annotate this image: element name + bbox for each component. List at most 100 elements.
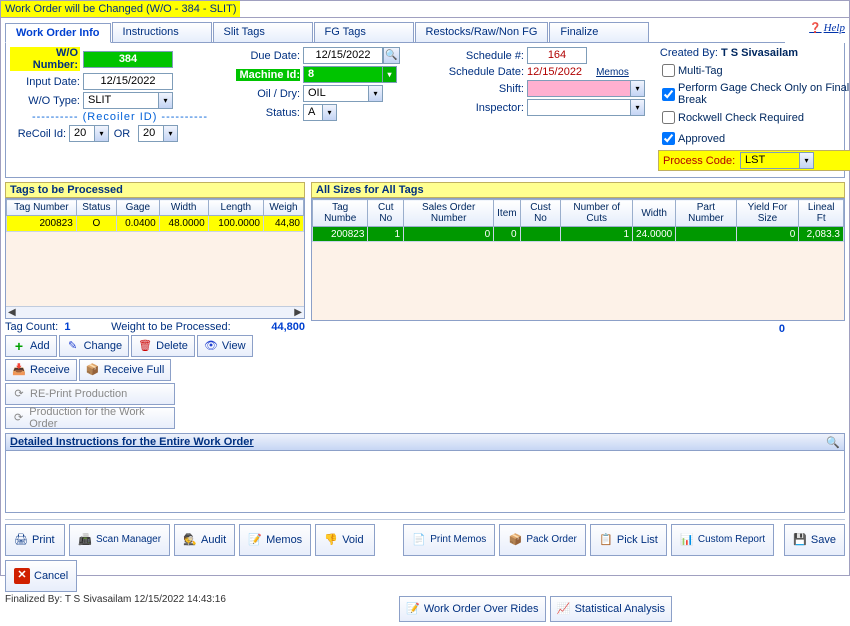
oil-dry-field[interactable]: OIL (303, 85, 369, 102)
audit-button[interactable]: 🕵️Audit (174, 524, 235, 556)
col-tag-number[interactable]: Tag Number (7, 200, 77, 216)
right-grid-row[interactable]: 200823 1 0 0 1 24.0000 0 2,083.3 (313, 227, 844, 242)
scroll-right-icon[interactable]: ▶ (294, 307, 302, 318)
right-grid-title: All Sizes for All Tags (311, 182, 845, 198)
receive-full-button[interactable]: 📦Receive Full (79, 359, 172, 381)
detail-instructions-header[interactable]: Detailed Instructions for the Entire Wor… (5, 433, 845, 451)
scroll-left-icon[interactable]: ◀ (8, 307, 16, 318)
col-r-lineal[interactable]: Lineal Ft (799, 200, 844, 227)
process-code-field[interactable]: LST (740, 152, 800, 169)
recoil-a-field[interactable]: 20 (69, 125, 95, 142)
receive-button[interactable]: 📥Receive (5, 359, 77, 381)
machine-id-field[interactable]: 8 (303, 66, 383, 83)
trash-icon: 🗑 (138, 339, 152, 353)
col-r-so[interactable]: Sales Order Number (404, 200, 494, 227)
void-icon: 👎 (324, 533, 338, 547)
inspector-field[interactable] (527, 99, 631, 116)
save-button[interactable]: 💾Save (784, 524, 845, 556)
add-button[interactable]: +Add (5, 335, 57, 357)
wo-type-field[interactable]: SLIT (83, 92, 159, 109)
due-date-label: Due Date: (236, 50, 300, 62)
shift-field[interactable] (527, 80, 631, 97)
production-button[interactable]: ⟳Production for the Work Order (5, 407, 175, 429)
shift-dropdown[interactable]: ▾ (631, 80, 645, 97)
recoil-b-field[interactable]: 20 (138, 125, 164, 142)
right-total-value: 0 (311, 323, 845, 335)
audit-icon: 🕵️ (183, 533, 197, 547)
approved-checkbox[interactable] (662, 132, 675, 145)
pack-button[interactable]: 📦Pack Order (499, 524, 586, 556)
view-button[interactable]: 👁View (197, 335, 253, 357)
status-label: Status: (236, 107, 300, 119)
delete-button[interactable]: 🗑Delete (131, 335, 195, 357)
pick-list-button[interactable]: 📋Pick List (590, 524, 667, 556)
col-r-cust[interactable]: Cust No (520, 200, 561, 227)
process-code-dropdown[interactable]: ▾ (800, 152, 814, 169)
void-button[interactable]: 👎Void (315, 524, 375, 556)
statistical-button[interactable]: 📈Statistical Analysis (550, 596, 672, 622)
scanner-icon: 📠 (78, 533, 92, 547)
tab-work-order-info[interactable]: Work Order Info (5, 23, 111, 43)
custom-report-button[interactable]: 📊Custom Report (671, 524, 774, 556)
col-length[interactable]: Length (208, 200, 263, 216)
oil-dry-dropdown[interactable]: ▾ (369, 85, 383, 102)
wo-number-label: W/O Number: (10, 47, 80, 71)
col-r-width[interactable]: Width (633, 200, 676, 227)
created-by-label: Created By: (658, 47, 718, 59)
tab-slit-tags[interactable]: Slit Tags (213, 22, 313, 42)
inspector-dropdown[interactable]: ▾ (631, 99, 645, 116)
eye-icon: 👁 (204, 339, 218, 353)
rcell-cust (520, 227, 561, 242)
machine-id-dropdown[interactable]: ▾ (383, 66, 397, 83)
col-r-yield[interactable]: Yield For Size (736, 200, 799, 227)
overrides-button[interactable]: 📝Work Order Over Rides (399, 596, 546, 622)
help-link[interactable]: Help (809, 22, 845, 34)
rcell-tag: 200823 (313, 227, 368, 242)
memos-link[interactable]: Memos (596, 67, 629, 78)
col-weight[interactable]: Weigh (264, 200, 304, 216)
gage-check-checkbox[interactable] (662, 88, 675, 101)
col-gage[interactable]: Gage (116, 200, 159, 216)
col-status[interactable]: Status (76, 200, 116, 216)
print-memos-button[interactable]: 📄Print Memos (403, 524, 495, 556)
rockwell-checkbox[interactable] (662, 111, 675, 124)
wo-type-dropdown[interactable]: ▾ (159, 92, 173, 109)
plus-icon: + (12, 339, 26, 353)
multi-tag-checkbox[interactable] (662, 64, 675, 77)
due-date-field[interactable]: 12/15/2022 (303, 47, 383, 64)
production-icon: ⟳ (12, 411, 25, 425)
print-button[interactable]: 🖨Print (5, 524, 65, 556)
col-r-tag[interactable]: Tag Numbe (313, 200, 368, 227)
approved-label: Approved (678, 133, 725, 145)
col-r-cutno[interactable]: Cut No (368, 200, 404, 227)
recoil-id-label: ReCoil Id: (10, 128, 66, 140)
tab-fg-tags[interactable]: FG Tags (314, 22, 414, 42)
box-icon: 📦 (508, 533, 522, 547)
col-r-item[interactable]: Item (494, 200, 520, 227)
col-r-part[interactable]: Part Number (676, 200, 736, 227)
input-date-field[interactable]: 12/15/2022 (83, 73, 173, 90)
tab-finalize[interactable]: Finalize (549, 22, 649, 42)
tag-count-value: 1 (64, 321, 70, 333)
wo-number-field[interactable]: 384 (83, 51, 173, 68)
window-title: Work Order will be Changed (W/O - 384 - … (1, 1, 240, 17)
recoil-b-dropdown[interactable]: ▾ (164, 125, 178, 142)
status-dropdown[interactable]: ▾ (323, 104, 337, 121)
memos-button[interactable]: 📝Memos (239, 524, 311, 556)
col-width[interactable]: Width (159, 200, 208, 216)
scan-button[interactable]: 📠Scan Manager (69, 524, 170, 556)
tab-instructions[interactable]: Instructions (112, 22, 212, 42)
col-r-cuts[interactable]: Number of Cuts (561, 200, 633, 227)
schedule-no-field[interactable]: 164 (527, 47, 587, 64)
rockwell-label: Rockwell Check Required (678, 112, 804, 124)
cell-length: 100.0000 (208, 216, 263, 232)
left-grid-row[interactable]: 200823 O 0.0400 48.0000 100.0000 44,80 (7, 216, 304, 232)
reprint-button[interactable]: ⟳RE-Print Production (5, 383, 175, 405)
detail-instructions-body[interactable] (5, 451, 845, 513)
status-field[interactable]: A (303, 104, 323, 121)
recoil-a-dropdown[interactable]: ▾ (95, 125, 109, 142)
magnify-icon[interactable]: 🔍 (826, 436, 840, 449)
due-date-calendar-icon[interactable]: 🔍 (383, 47, 400, 64)
tab-restocks[interactable]: Restocks/Raw/Non FG (415, 22, 549, 42)
change-button[interactable]: ✎Change (59, 335, 130, 357)
